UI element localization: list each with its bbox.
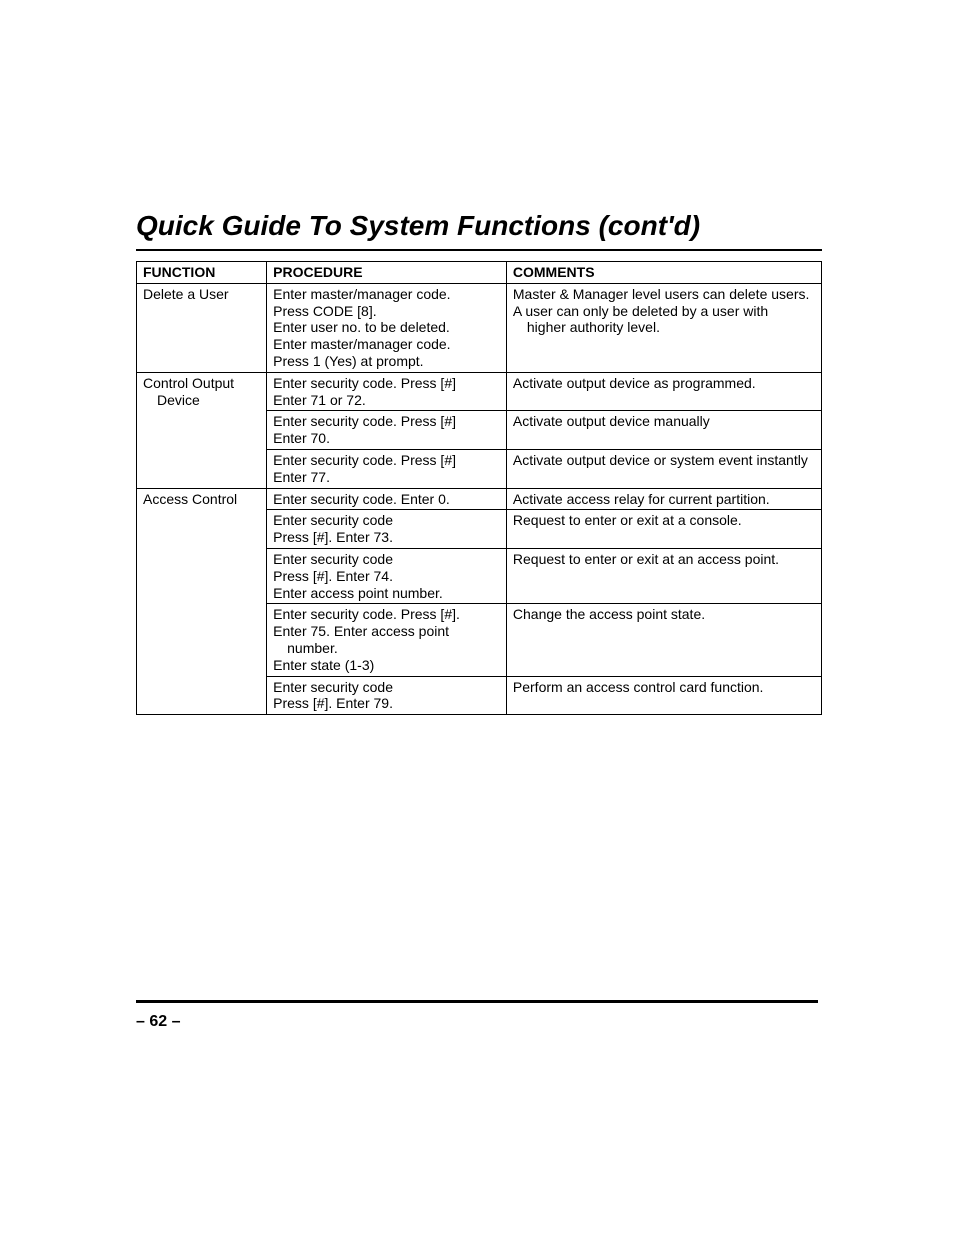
page-title: Quick Guide To System Functions (cont'd) xyxy=(136,210,822,251)
cell-procedure: Enter security code. Press [#] Enter 70. xyxy=(267,411,507,450)
table-row: Control Output Device Enter security cod… xyxy=(137,372,822,411)
cell-procedure: Enter security code. Press [#].Enter 75.… xyxy=(267,604,507,676)
footer-rule xyxy=(136,1000,818,1003)
cell-function: Delete a User xyxy=(137,283,267,372)
cell-procedure: Enter security code. Press [#] Enter 77. xyxy=(267,449,507,488)
th-comments: COMMENTS xyxy=(506,262,821,284)
cell-text-indent: Device xyxy=(143,392,200,409)
th-function: FUNCTION xyxy=(137,262,267,284)
cell-text-indent: number. xyxy=(273,640,338,657)
cell-text: Enter state (1-3) xyxy=(273,657,374,673)
cell-procedure: Enter master/manager code. Press CODE [8… xyxy=(267,283,507,372)
cell-comments: Master & Manager level users can delete … xyxy=(506,283,821,372)
cell-procedure: Enter security code Press [#]. Enter 79. xyxy=(267,676,507,715)
cell-comments: Activate output device or system event i… xyxy=(506,449,821,488)
table-row: Delete a User Enter master/manager code.… xyxy=(137,283,822,372)
cell-function: Access Control xyxy=(137,488,267,715)
page-number: – 62 – xyxy=(136,1013,180,1031)
cell-text-indent: higher authority level. xyxy=(513,319,660,336)
cell-comments: Request to enter or exit at a console. xyxy=(506,510,821,549)
cell-procedure: Enter security code Press [#]. Enter 74.… xyxy=(267,548,507,603)
cell-comments: Perform an access control card function. xyxy=(506,676,821,715)
cell-comments: Change the access point state. xyxy=(506,604,821,676)
cell-function: Control Output Device xyxy=(137,372,267,488)
cell-comments: Activate access relay for current partit… xyxy=(506,488,821,510)
cell-comments: Activate output device as programmed. xyxy=(506,372,821,411)
cell-procedure: Enter security code. Press [#] Enter 71 … xyxy=(267,372,507,411)
cell-comments: Request to enter or exit at an access po… xyxy=(506,548,821,603)
functions-table: FUNCTION PROCEDURE COMMENTS Delete a Use… xyxy=(136,261,822,715)
cell-procedure: Enter security code. Enter 0. xyxy=(267,488,507,510)
th-procedure: PROCEDURE xyxy=(267,262,507,284)
table-row: Access Control Enter security code. Ente… xyxy=(137,488,822,510)
cell-text: Enter security code. Press [#].Enter 75.… xyxy=(273,606,460,639)
cell-text: Control Output xyxy=(143,375,234,391)
cell-comments: Activate output device manually xyxy=(506,411,821,450)
table-header-row: FUNCTION PROCEDURE COMMENTS xyxy=(137,262,822,284)
cell-text: Master & Manager level users can delete … xyxy=(513,286,809,319)
cell-procedure: Enter security code Press [#]. Enter 73. xyxy=(267,510,507,549)
